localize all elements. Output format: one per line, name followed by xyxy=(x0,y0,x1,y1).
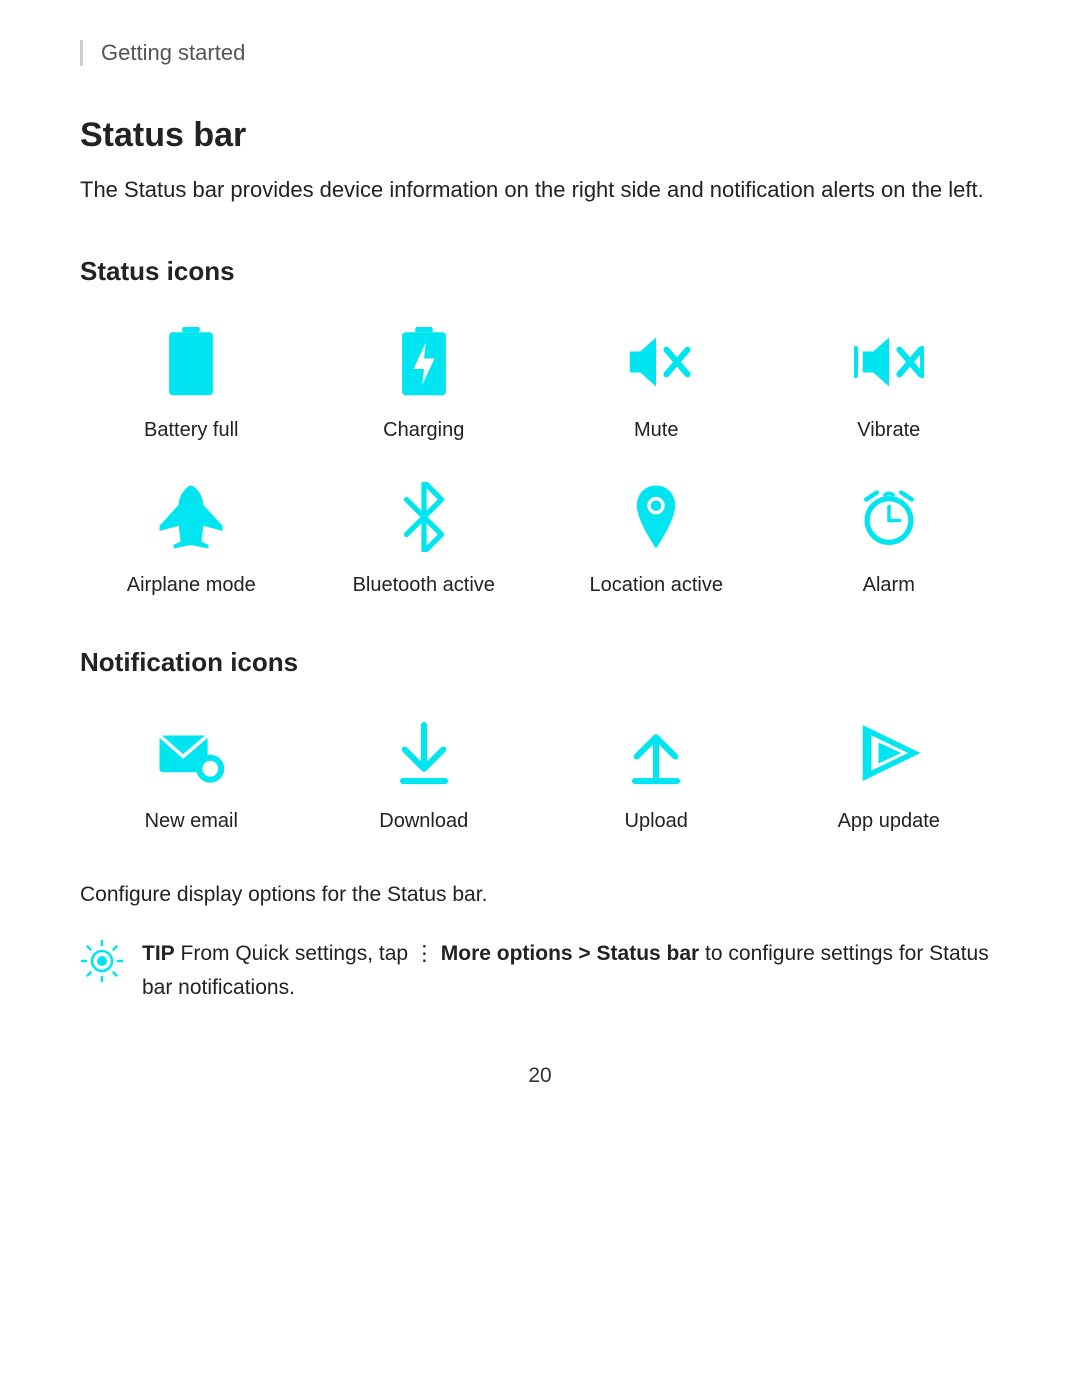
icon-charging: Charging xyxy=(313,317,536,442)
status-icons-subtitle: Status icons xyxy=(80,256,1000,287)
icon-vibrate: Vibrate xyxy=(778,317,1001,442)
section-description: The Status bar provides device informati… xyxy=(80,173,1000,206)
airplane-label: Airplane mode xyxy=(127,574,256,597)
battery-full-icon xyxy=(156,327,226,397)
airplane-icon xyxy=(156,482,226,552)
download-label: Download xyxy=(379,810,468,833)
battery-full-label: Battery full xyxy=(144,419,238,442)
status-icons-grid: Battery full Charging Mute xyxy=(80,317,1000,597)
page-number: 20 xyxy=(80,1064,1000,1088)
notification-icons-subtitle: Notification icons xyxy=(80,647,1000,678)
tip-box: TIP From Quick settings, tap ⋮ More opti… xyxy=(80,937,1000,1004)
vibrate-icon xyxy=(854,327,924,397)
bluetooth-icon xyxy=(389,482,459,552)
configure-text: Configure display options for the Status… xyxy=(80,883,1000,907)
icon-battery-full: Battery full xyxy=(80,317,303,442)
tip-label: TIP xyxy=(142,942,175,965)
download-icon xyxy=(389,718,459,788)
icon-alarm: Alarm xyxy=(778,472,1001,597)
icon-upload: Upload xyxy=(545,708,768,833)
charging-label: Charging xyxy=(383,419,464,442)
icon-airplane: Airplane mode xyxy=(80,472,303,597)
app-update-label: App update xyxy=(838,810,940,833)
notification-icons-grid: New email Download Upload xyxy=(80,708,1000,833)
new-email-label: New email xyxy=(145,810,238,833)
location-label: Location active xyxy=(590,574,723,597)
tip-content: TIP From Quick settings, tap ⋮ More opti… xyxy=(142,937,1000,1004)
icon-app-update: App update xyxy=(778,708,1001,833)
icon-mute: Mute xyxy=(545,317,768,442)
alarm-label: Alarm xyxy=(863,574,915,597)
new-email-icon xyxy=(156,718,226,788)
icon-bluetooth: Bluetooth active xyxy=(313,472,536,597)
charging-icon xyxy=(389,327,459,397)
location-icon xyxy=(621,482,691,552)
vibrate-label: Vibrate xyxy=(857,419,920,442)
upload-label: Upload xyxy=(625,810,688,833)
mute-label: Mute xyxy=(634,419,678,442)
icon-new-email: New email xyxy=(80,708,303,833)
breadcrumb: Getting started xyxy=(80,40,1000,66)
app-update-icon xyxy=(854,718,924,788)
page-title: Status bar xyxy=(80,116,1000,155)
tip-icon xyxy=(80,939,124,983)
bluetooth-label: Bluetooth active xyxy=(353,574,495,597)
icon-location: Location active xyxy=(545,472,768,597)
alarm-icon xyxy=(854,482,924,552)
upload-icon xyxy=(621,718,691,788)
tip-body: From Quick settings, tap ⋮ More options … xyxy=(142,942,989,999)
mute-icon xyxy=(621,327,691,397)
icon-download: Download xyxy=(313,708,536,833)
